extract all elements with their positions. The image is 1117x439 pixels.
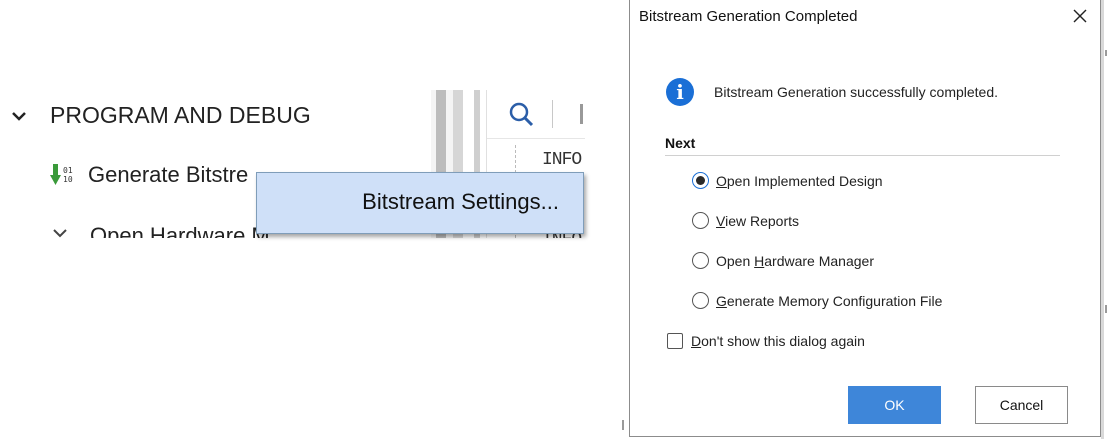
hardware-icon xyxy=(53,229,67,238)
cancel-button[interactable]: Cancel xyxy=(975,386,1068,424)
radio-button-selected[interactable] xyxy=(692,172,709,189)
menu-item-bitstream-settings[interactable]: Bitstream Settings... xyxy=(362,189,559,215)
radio-button[interactable] xyxy=(692,212,709,229)
section-program-and-debug[interactable]: PROGRAM AND DEBUG xyxy=(8,102,311,129)
radio-open-implemented-design[interactable]: Open Implemented Design xyxy=(692,172,883,189)
toolbar-separator xyxy=(552,100,553,128)
divider xyxy=(665,155,1060,156)
dialog-title: Bitstream Generation Completed xyxy=(639,8,858,25)
next-heading: Next xyxy=(665,135,696,151)
info-message-row: i Bitstream Generation successfully comp… xyxy=(666,78,998,106)
svg-text:10: 10 xyxy=(63,175,73,184)
info-message: Bitstream Generation successfully comple… xyxy=(714,84,999,100)
background-edge xyxy=(1105,305,1107,313)
radio-label: Open Implemented Design xyxy=(716,172,883,189)
chevron-down-icon xyxy=(12,111,26,121)
dialog-title-bar[interactable]: Bitstream Generation Completed xyxy=(630,0,1100,34)
nav-item-label: Generate Bitstre xyxy=(88,162,249,187)
search-icon[interactable] xyxy=(507,100,535,128)
nav-item-generate-bitstream[interactable]: 01 10 Generate Bitstre xyxy=(50,162,248,188)
toolbar-more-icon[interactable] xyxy=(580,104,583,124)
radio-generate-memory-config[interactable]: Generate Memory Configuration File xyxy=(692,292,942,309)
radio-label: View Reports xyxy=(716,212,800,229)
ok-button[interactable]: OK xyxy=(848,386,941,424)
background-edge xyxy=(622,420,624,430)
radio-label: Generate Memory Configuration File xyxy=(716,292,943,309)
nav-item-label: Open Hardware M xyxy=(90,223,270,238)
svg-text:01: 01 xyxy=(63,166,73,175)
dialog-shadow xyxy=(1101,0,1104,439)
radio-view-reports[interactable]: View Reports xyxy=(692,212,799,229)
info-icon: i xyxy=(666,78,694,106)
context-menu: Bitstream Settings... xyxy=(256,172,584,234)
radio-label: Open Hardware Manager xyxy=(716,252,874,269)
bitstream-icon: 01 10 xyxy=(50,164,73,185)
background-edge xyxy=(1105,50,1107,56)
checkbox[interactable] xyxy=(667,333,683,349)
section-label: PROGRAM AND DEBUG xyxy=(50,102,311,128)
bitstream-completed-dialog: Bitstream Generation Completed i Bitstre… xyxy=(629,0,1101,437)
log-toolbar xyxy=(487,90,585,139)
radio-open-hardware-manager[interactable]: Open Hardware Manager xyxy=(692,252,874,269)
radio-button[interactable] xyxy=(692,292,709,309)
nav-item-open-hardware-manager[interactable]: Open Hardware M xyxy=(52,223,270,238)
dont-show-again-checkbox[interactable]: Don't show this dialog again xyxy=(667,333,865,349)
radio-button[interactable] xyxy=(692,252,709,269)
log-line: INFO xyxy=(542,150,582,170)
checkbox-label: Don't show this dialog again xyxy=(691,333,865,349)
close-icon[interactable] xyxy=(1070,6,1090,26)
